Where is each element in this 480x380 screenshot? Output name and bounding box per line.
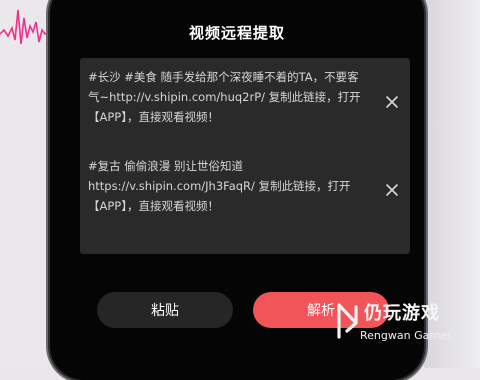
- close-icon[interactable]: [384, 182, 400, 198]
- watermark-name-cn: 仍玩游戏: [364, 303, 440, 324]
- link-item-text: #长沙 #美食 随手发给那个深夜睡不着的TA，不要客气~http://v.shi…: [88, 70, 361, 124]
- link-list-panel: #长沙 #美食 随手发给那个深夜睡不着的TA，不要客气~http://v.shi…: [80, 58, 410, 254]
- link-item-text: #复古 偷偷浪漫 别让世俗知道 https://v.shipin.com/Jh3…: [88, 159, 351, 213]
- watermark: 仍玩游戏 Rengwan Games: [336, 299, 476, 349]
- watermark-name-en: Rengwan Games: [360, 329, 453, 342]
- watermark-logo-icon: [337, 303, 358, 339]
- close-icon[interactable]: [384, 94, 400, 110]
- paste-button[interactable]: 粘贴: [97, 292, 233, 328]
- page-title: 视频远程提取: [188, 24, 285, 42]
- audio-wave-graphic: [0, 9, 52, 45]
